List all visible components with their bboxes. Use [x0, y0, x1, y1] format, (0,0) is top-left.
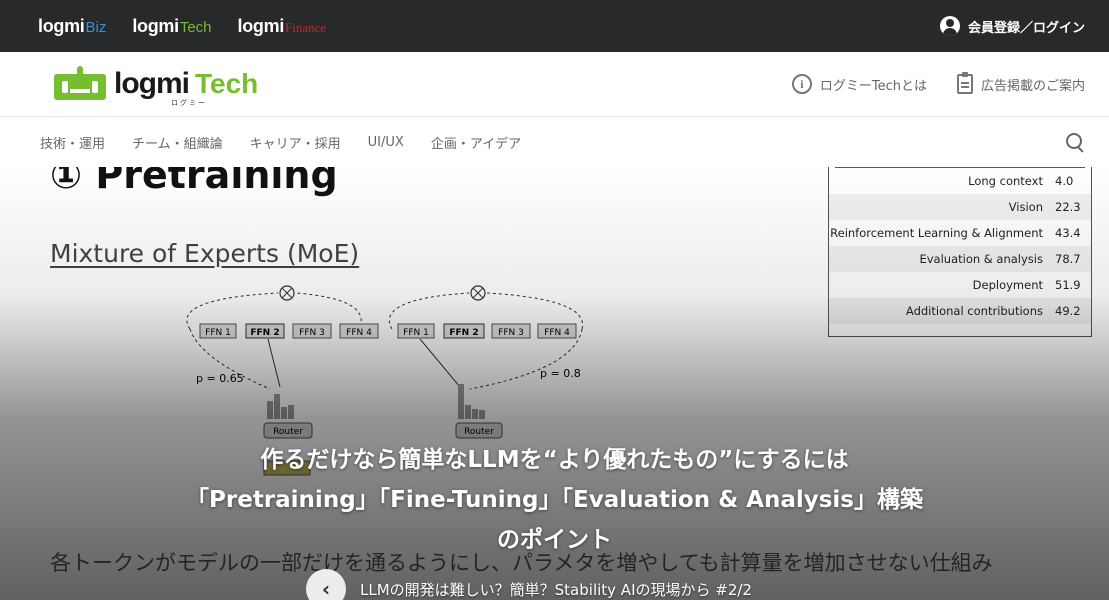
- logmi-tech-logo[interactable]: logmi Tech: [52, 66, 258, 102]
- brand-tech-sub: Tech: [179, 18, 212, 36]
- article-title-line2: 「Pretraining」「Fine-Tuning」「Evaluation & …: [186, 487, 923, 513]
- right-ffn4-label: FFN 4: [544, 328, 570, 338]
- article-title-line1: 作るだけなら簡単なLLMを“より優れたもの”にするには: [260, 447, 849, 473]
- brand-link-finance[interactable]: logmi Finance: [238, 16, 327, 37]
- brand-biz-sub: Biz: [85, 18, 107, 36]
- nav-item-tech-ops[interactable]: 技術・運用: [40, 133, 105, 152]
- register-login-label: 会員登録／ログイン: [967, 20, 1085, 36]
- nav-item-planning[interactable]: 企画・アイデア: [431, 133, 521, 152]
- register-login-link[interactable]: 会員登録／ログイン: [939, 16, 1085, 36]
- table-row: Long context 4.0: [829, 168, 1091, 194]
- advertise-label: 広告掲載のご案内: [980, 78, 1085, 94]
- brand-link-biz[interactable]: logmi Biz: [38, 16, 106, 37]
- left-ffn4-label: FFN 4: [346, 328, 372, 338]
- search-icon[interactable]: [1065, 132, 1085, 152]
- moe-right-group: FFN 1 FFN 2 FFN 3 FFN 4 p = 0.8 Router: [388, 285, 584, 439]
- contribution-table: Long context 4.0 Vision 22.3 Reinforceme…: [828, 167, 1092, 337]
- table-row: Reinforcement Learning & Alignment 43.4: [829, 220, 1091, 246]
- left-ffn3-label: FFN 3: [299, 328, 325, 338]
- right-ffn1-label: FFN 1: [403, 328, 429, 338]
- slide-subtitle: Mixture of Experts (MoE): [50, 239, 360, 268]
- nav-item-team[interactable]: チーム・組織論: [132, 133, 223, 152]
- nav-item-career[interactable]: キャリア・採用: [250, 133, 341, 152]
- logo-wordmark: logmi Tech: [114, 67, 258, 101]
- table-row-value: 4.0: [1055, 174, 1074, 188]
- left-ffn1-label: FFN 1: [205, 328, 231, 338]
- brand-biz-main: logmi: [38, 15, 85, 36]
- clipboard-icon: [956, 72, 973, 94]
- table-row-label: Long context: [968, 174, 1043, 188]
- table-row-value: 51.9: [1055, 278, 1081, 292]
- article-title: 作るだけなら簡単なLLMを“より優れたもの”にするには 「Pretraining…: [0, 440, 1109, 560]
- right-ffn3-label: FFN 3: [498, 328, 524, 338]
- right-ffn2-label: FFN 2: [449, 328, 478, 338]
- brand-tech-main: logmi: [132, 15, 179, 36]
- article-title-line3: のポイント: [497, 527, 612, 553]
- brand-link-tech[interactable]: logmi Tech: [132, 16, 211, 37]
- series-link[interactable]: LLMの開発は難しい？簡単？Stability AIの現場から #2/2: [360, 579, 752, 600]
- robot-logo-icon: [52, 66, 108, 102]
- left-prob-label: p = 0.65: [196, 372, 244, 385]
- site-header: logmi Tech i ログミーTechとは 広告掲載のご案内: [0, 52, 1109, 117]
- table-row-value: 43.4: [1055, 226, 1081, 240]
- about-label: ログミーTechとは: [819, 78, 927, 94]
- about-link[interactable]: i ログミーTechとは: [791, 74, 927, 94]
- logo-subtitle: ログミー: [171, 99, 207, 107]
- advertise-link[interactable]: 広告掲載のご案内: [956, 72, 1085, 94]
- table-row-value: 78.7: [1055, 252, 1081, 266]
- table-row-value: 49.2: [1055, 304, 1081, 318]
- category-nav: 技術・運用 チーム・組織論 キャリア・採用 UI/UX 企画・アイデア: [0, 117, 1109, 167]
- nav-item-uiux[interactable]: UI/UX: [368, 135, 404, 150]
- table-row-label: Reinforcement Learning & Alignment: [830, 226, 1043, 240]
- table-row: Additional contributions 49.2: [829, 298, 1091, 324]
- brand-finance-sub: Finance: [285, 19, 327, 35]
- table-row: Deployment 51.9: [829, 272, 1091, 298]
- table-row: Evaluation & analysis 78.7: [829, 246, 1091, 272]
- series-navigation: ‹ LLMの開発は難しい？簡単？Stability AIの現場から #2/2: [306, 569, 752, 600]
- logo-main-text: logmi: [114, 67, 190, 100]
- left-router-label: Router: [273, 427, 303, 437]
- brand-finance-main: logmi: [237, 15, 285, 36]
- top-bar: logmi Biz logmi Tech logmi Finance 会員登録／…: [0, 0, 1109, 52]
- table-row-label: Additional contributions: [905, 304, 1043, 318]
- table-row: Vision 22.3: [829, 194, 1091, 220]
- chevron-left-icon[interactable]: ‹: [306, 569, 346, 600]
- right-prob-label: p = 0.8: [540, 367, 581, 380]
- logo-accent-text: Tech: [195, 68, 259, 99]
- table-row-label: Vision: [1008, 200, 1043, 214]
- right-router-label: Router: [464, 427, 494, 437]
- user-circle-icon: [939, 16, 960, 36]
- info-icon: i: [791, 74, 812, 94]
- left-ffn2-label: FFN 2: [250, 328, 279, 338]
- table-row-label: Deployment: [972, 278, 1043, 292]
- table-row-label: Evaluation & analysis: [919, 252, 1043, 266]
- slide-title: ① Pretraining: [50, 167, 338, 197]
- table-row-value: 22.3: [1055, 200, 1081, 214]
